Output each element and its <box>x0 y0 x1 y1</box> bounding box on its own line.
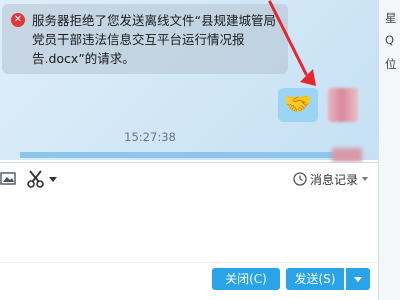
sidebar: 星 Q 位 <box>378 0 400 300</box>
clock-icon <box>293 172 307 186</box>
close-button[interactable]: 关闭(C) <box>212 268 280 290</box>
progress-bar <box>20 152 364 158</box>
system-message-text: 服务器拒绝了您发送离线文件“县规建城管局党员干部违法信息交互平台运行情况报告.d… <box>32 13 276 66</box>
error-icon: ✕ <box>11 13 25 27</box>
chevron-down-icon <box>362 177 368 181</box>
timestamp: 15:27:38 <box>124 130 176 144</box>
scissors-icon <box>27 170 44 188</box>
chat-history: ✕ 服务器拒绝了您发送离线文件“县规建城管局党员干部违法信息交互平台运行情况报告… <box>0 0 378 162</box>
sidebar-text: Q <box>385 33 395 47</box>
send-button[interactable]: 发送(S) <box>286 268 344 290</box>
message-input[interactable] <box>0 195 378 263</box>
system-message: ✕ 服务器拒绝了您发送离线文件“县规建城管局党员干部违法信息交互平台运行情况报告… <box>2 4 288 74</box>
handshake-emoji-message[interactable]: 🤝 <box>278 88 318 122</box>
divider <box>0 262 378 263</box>
redacted-area <box>332 148 362 162</box>
screenshot-button[interactable] <box>26 168 62 190</box>
image-button[interactable] <box>0 168 20 190</box>
progress-fill <box>20 152 354 158</box>
sidebar-text: 位 <box>385 57 397 71</box>
image-icon <box>0 172 16 185</box>
input-toolbar: 消息记录 <box>0 162 378 195</box>
chevron-down-icon <box>49 177 57 182</box>
history-label: 消息记录 <box>309 172 358 187</box>
send-options-dropdown[interactable] <box>346 268 370 290</box>
message-history-button[interactable]: 消息记录 <box>293 168 370 190</box>
avatar[interactable] <box>328 88 358 122</box>
sidebar-text: 星 <box>385 11 397 25</box>
